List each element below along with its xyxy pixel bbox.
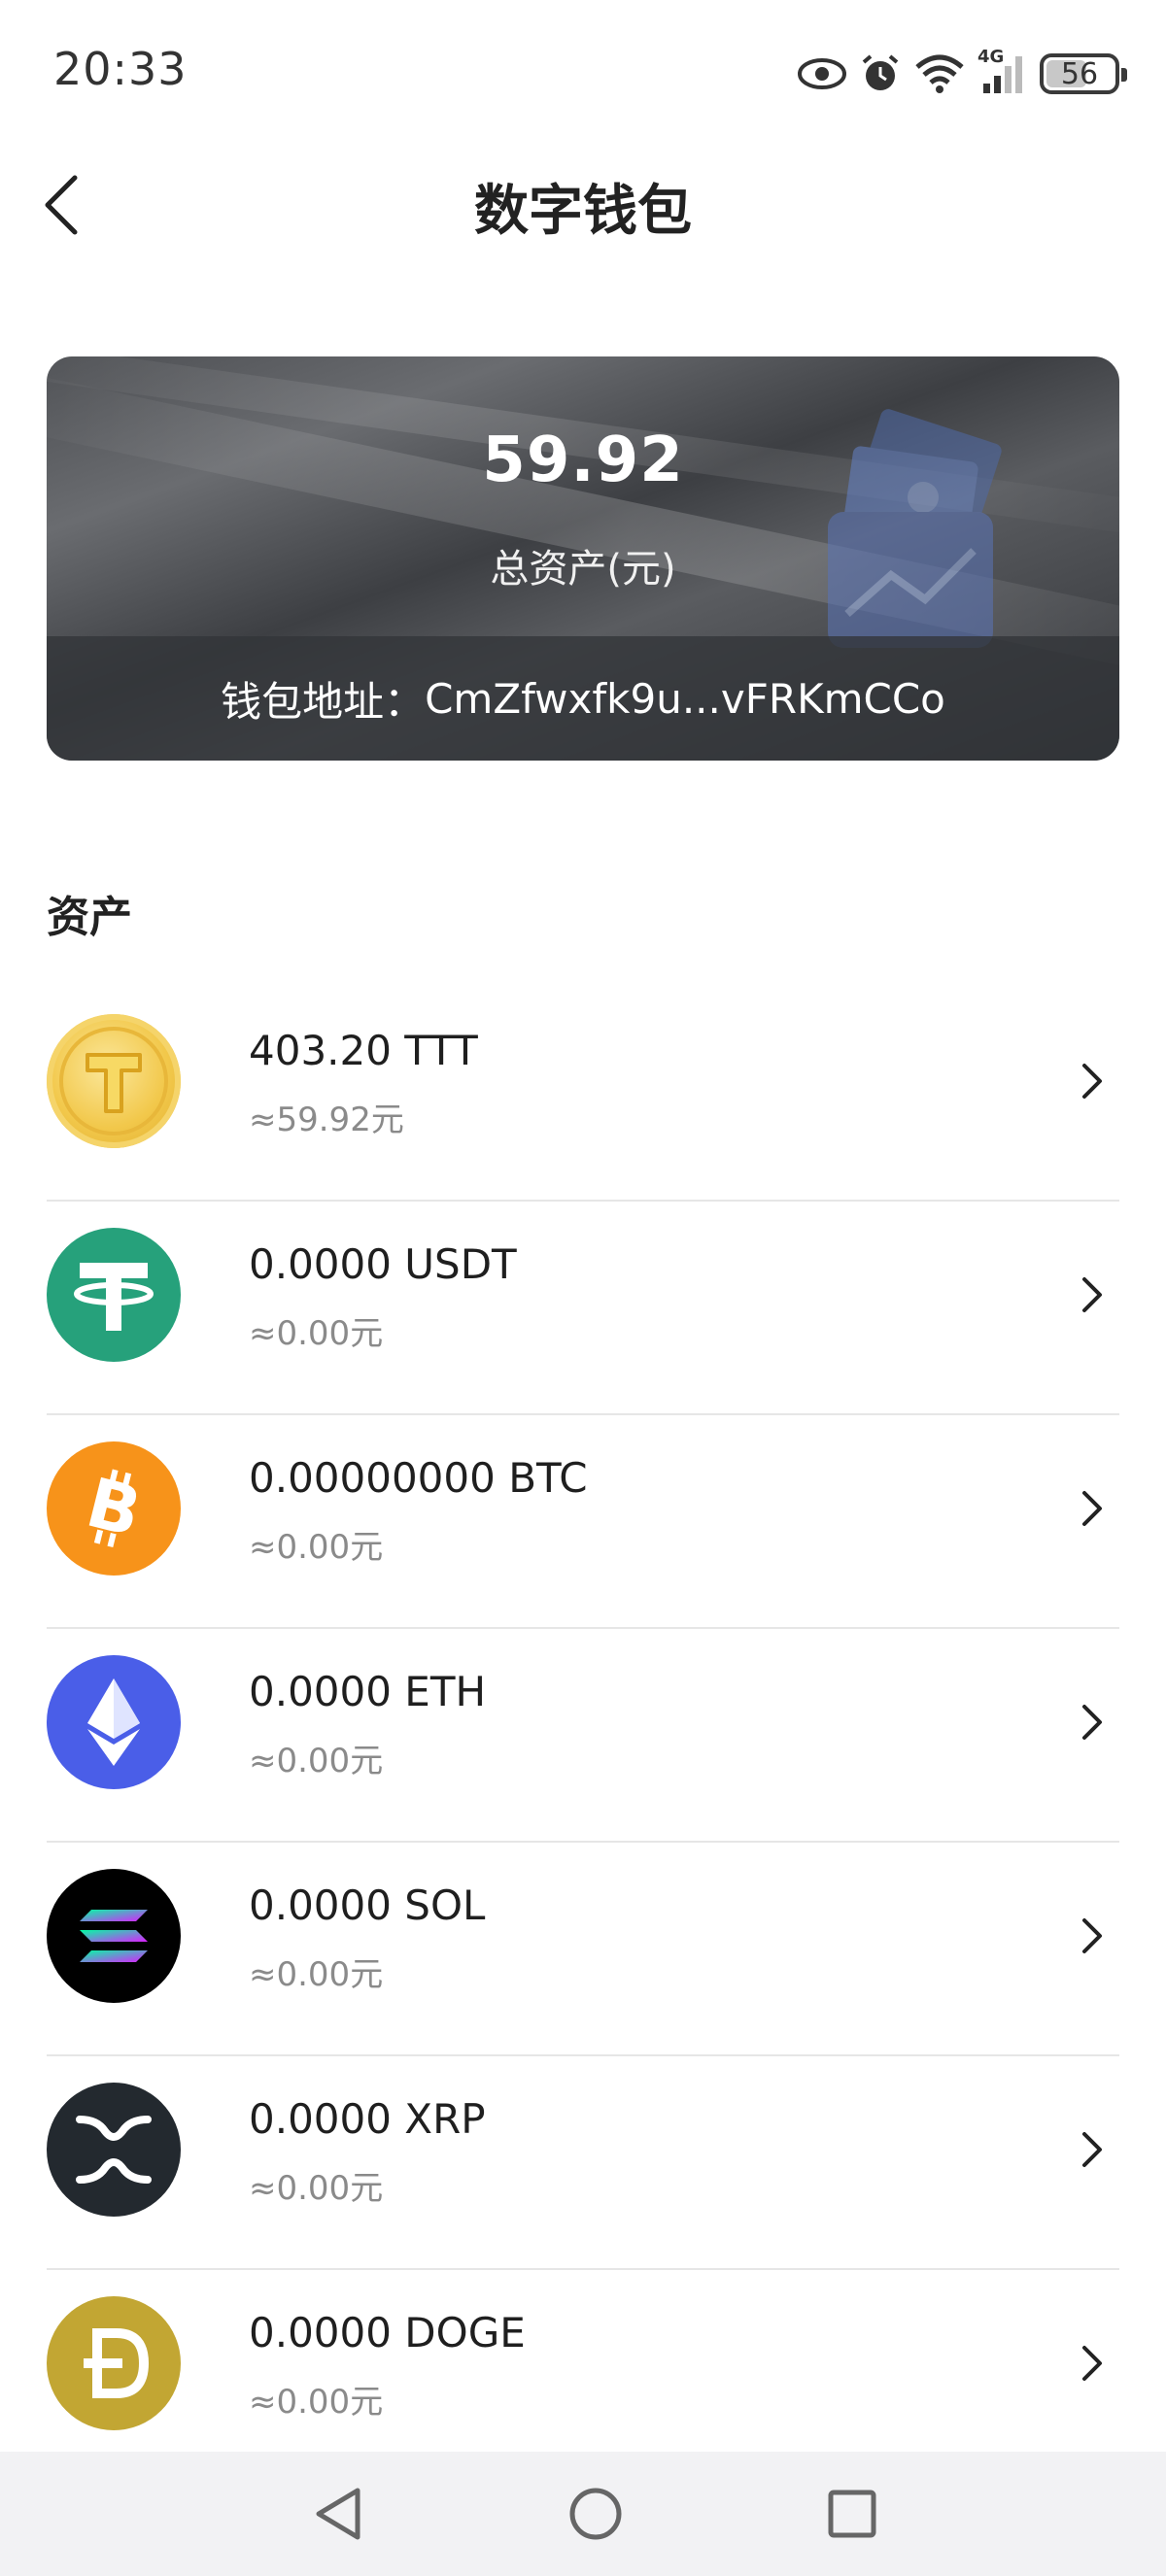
- asset-amount: 0.0000 XRP: [249, 2095, 486, 2143]
- total-assets-label: 总资产(元): [490, 547, 676, 592]
- asset-row-sol[interactable]: 0.0000 SOL ≈0.00元: [47, 1843, 1119, 2056]
- wallet-address-label: 钱包地址：: [221, 677, 426, 726]
- ttt-coin-icon: [47, 1014, 181, 1148]
- chevron-right-icon: [1065, 1268, 1119, 1322]
- solana-icon: [47, 1869, 181, 2003]
- nav-home-icon[interactable]: [564, 2482, 628, 2546]
- asset-amount: 0.0000 SOL: [249, 1881, 486, 1929]
- asset-amount: 0.00000000 BTC: [249, 1454, 588, 1502]
- asset-amount: 0.0000 USDT: [249, 1240, 517, 1288]
- chevron-right-icon: [1065, 1695, 1119, 1749]
- asset-row-xrp[interactable]: 0.0000 XRP ≈0.00元: [47, 2056, 1119, 2270]
- chevron-right-icon: [1065, 2336, 1119, 2390]
- asset-value: ≈0.00元: [249, 1742, 384, 1780]
- wifi-icon: [913, 53, 966, 94]
- total-assets-value: 59.92: [482, 424, 684, 496]
- asset-value: ≈0.00元: [249, 2169, 384, 2208]
- assets-section-title: 资产: [47, 893, 132, 942]
- battery-icon: 56: [1040, 53, 1127, 94]
- asset-value: ≈59.92元: [249, 1101, 404, 1139]
- chevron-right-icon: [1065, 1054, 1119, 1108]
- wallet-card: 59.92 总资产(元) 钱包地址： CmZfwxfk9u...vFRKmCCo: [47, 356, 1119, 761]
- asset-amount: 0.0000 ETH: [249, 1668, 487, 1715]
- tether-icon: [47, 1228, 181, 1362]
- signal-4g-icon: 4G: [977, 47, 1028, 95]
- status-icons: 4G 56: [797, 47, 1127, 99]
- asset-list: 403.20 TTT ≈59.92元 0.0000 USDT ≈0.00元 B: [47, 988, 1119, 2484]
- bitcoin-icon: B: [47, 1441, 181, 1576]
- dogecoin-icon: [47, 2296, 181, 2430]
- status-time: 20:33: [53, 43, 188, 95]
- asset-value: ≈0.00元: [249, 2383, 384, 2422]
- asset-value: ≈0.00元: [249, 1955, 384, 1994]
- asset-row-usdt[interactable]: 0.0000 USDT ≈0.00元: [47, 1202, 1119, 1415]
- wallet-address-bar[interactable]: 钱包地址： CmZfwxfk9u...vFRKmCCo: [47, 636, 1119, 761]
- network-label: 4G: [977, 47, 1005, 67]
- xrp-icon: [47, 2083, 181, 2217]
- alarm-icon: [859, 52, 902, 95]
- asset-amount: 403.20 TTT: [249, 1027, 478, 1074]
- chevron-right-icon: [1065, 1909, 1119, 1963]
- system-nav-bar: [0, 2452, 1166, 2576]
- asset-row-ttt[interactable]: 403.20 TTT ≈59.92元: [47, 988, 1119, 1202]
- nav-back-icon[interactable]: [306, 2482, 370, 2546]
- asset-row-btc[interactable]: B 0.00000000 BTC ≈0.00元: [47, 1415, 1119, 1629]
- page-title: 数字钱包: [474, 180, 692, 243]
- header: 数字钱包: [0, 146, 1166, 262]
- battery-level: 56: [1060, 56, 1099, 91]
- eye-icon: [797, 54, 847, 93]
- chevron-right-icon: [1065, 2122, 1119, 2177]
- asset-value: ≈0.00元: [249, 1314, 384, 1353]
- ethereum-icon: [47, 1655, 181, 1789]
- asset-value: ≈0.00元: [249, 1528, 384, 1567]
- nav-recents-icon[interactable]: [820, 2482, 884, 2546]
- asset-amount: 0.0000 DOGE: [249, 2309, 526, 2356]
- wallet-address-value: CmZfwxfk9u...vFRKmCCo: [425, 674, 945, 723]
- chevron-right-icon: [1065, 1481, 1119, 1536]
- status-bar: 20:33 4G 56: [0, 0, 1166, 146]
- asset-row-eth[interactable]: 0.0000 ETH ≈0.00元: [47, 1629, 1119, 1843]
